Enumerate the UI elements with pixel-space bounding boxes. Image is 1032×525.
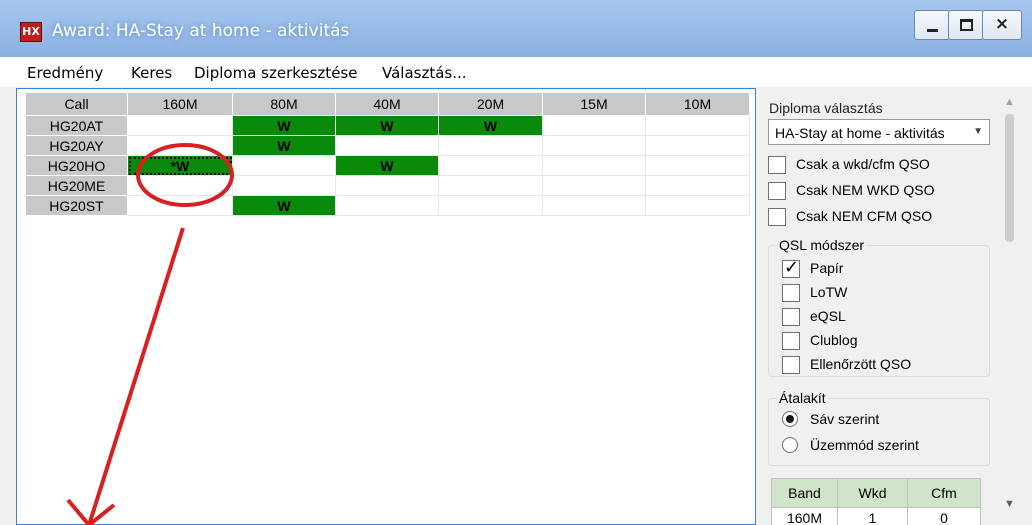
- annotation-overlay: [66, 143, 234, 525]
- annotation-arrow-head: [66, 498, 91, 525]
- award-window: HX Award: HA-Stay at home - aktivitás × …: [0, 0, 1032, 525]
- annotation-arrow-line: [87, 227, 185, 525]
- annotation-circle: [136, 143, 234, 207]
